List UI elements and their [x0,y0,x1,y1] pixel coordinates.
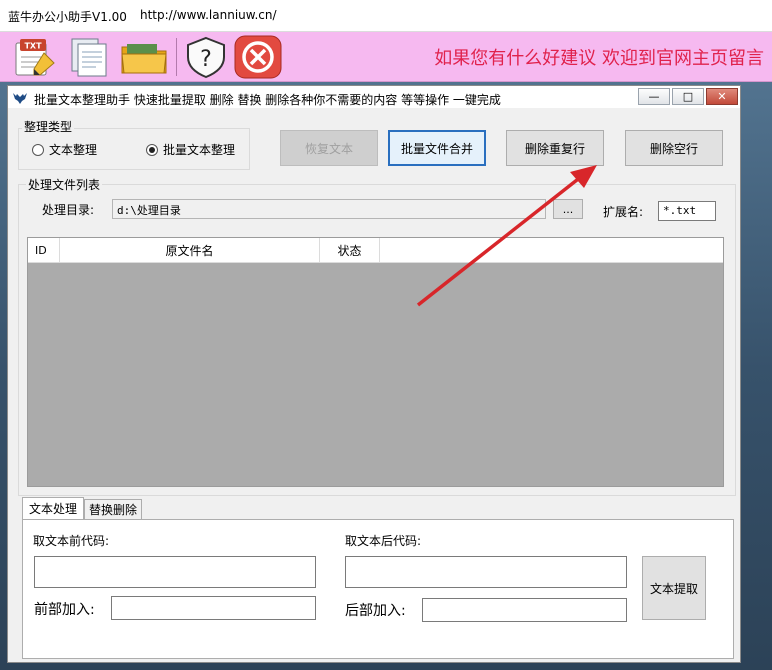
tab-text-processing[interactable]: 文本处理 [22,497,84,519]
main-app-window: 蓝牛办公小助手V1.00 http://www.lanniuw.cn/ TXT [0,0,772,670]
annotation-arrow [416,165,597,307]
